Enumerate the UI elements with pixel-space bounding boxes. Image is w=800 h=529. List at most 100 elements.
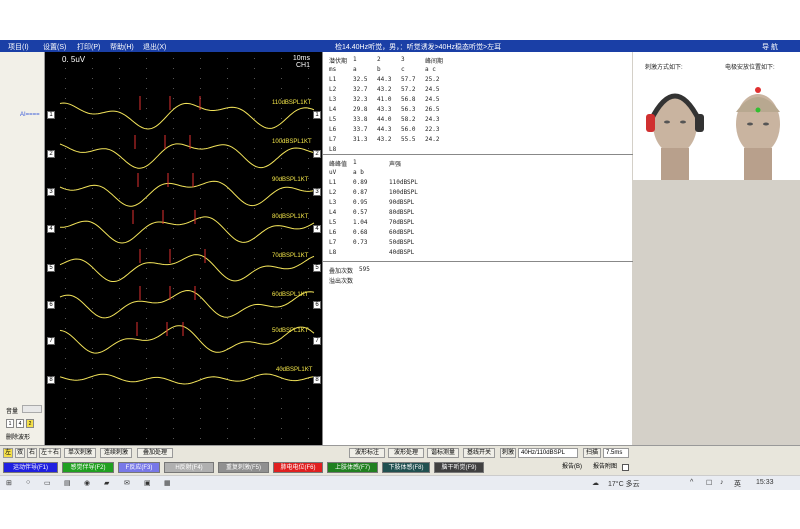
weather-label[interactable]: 17°C 多云 (608, 479, 640, 489)
grid-dot (65, 248, 66, 249)
grid-dot (254, 348, 255, 349)
grid-dot (65, 408, 66, 409)
wave-annotate-button[interactable]: 波形标注 (349, 448, 385, 458)
continuous-stim-button[interactable]: 连续刺激 (100, 448, 132, 458)
scan-value-field[interactable]: 7.5ms (603, 448, 629, 458)
baseline-toggle-button[interactable]: 基线开关 (463, 448, 495, 458)
mini-button-2[interactable]: 2 (26, 419, 34, 428)
grid-dot (146, 438, 147, 439)
wave-process-button[interactable]: 波形处理 (388, 448, 424, 458)
grid-dot (200, 288, 201, 289)
latency-cell: 26.5 (425, 106, 440, 113)
grid-dot (119, 178, 120, 179)
search-icon[interactable]: ○ (26, 479, 30, 486)
channel-label-right[interactable]: 4 (313, 225, 321, 233)
chevron-up-icon[interactable]: ^ (690, 479, 693, 486)
menu-item-print[interactable]: 打印(P) (77, 42, 100, 52)
function-key-button[interactable]: H反射(F4) (164, 462, 214, 473)
grid-dot (92, 238, 93, 239)
app2-icon[interactable]: ▦ (164, 479, 171, 487)
function-key-button[interactable]: 重复刺激(F5) (218, 462, 269, 473)
browser-icon[interactable]: ◉ (84, 479, 90, 487)
left-ear-button[interactable]: 左 (3, 448, 13, 458)
grid-dot (146, 368, 147, 369)
single-stim-button[interactable]: 单次刺激 (64, 448, 96, 458)
grid-dot (227, 158, 228, 159)
channel-label-left[interactable]: 3 (47, 188, 55, 196)
volume-icon[interactable]: ♪ (720, 479, 724, 486)
clock[interactable]: 15:33 (756, 479, 774, 486)
electrode-image-panel: 刺激方式如下: 电极安放位置如下: (633, 52, 800, 180)
channel-label-left[interactable]: 5 (47, 264, 55, 272)
grid-dot (173, 298, 174, 299)
channel-label-left[interactable]: 1 (47, 111, 55, 119)
channel-label-left[interactable]: 4 (47, 225, 55, 233)
average-process-button[interactable]: 叠加处理 (137, 448, 173, 458)
function-key-button[interactable]: F反应(F3) (118, 462, 160, 473)
channel-label-left[interactable]: 7 (47, 337, 55, 345)
start-icon[interactable]: ⊞ (6, 479, 12, 487)
network-icon[interactable]: ☐ (706, 479, 712, 487)
both-ears-button[interactable]: 双 (15, 448, 25, 458)
waveform-trace (60, 216, 315, 244)
left-plus-right-button[interactable]: 左＋右 (39, 448, 61, 458)
grid-dot (200, 228, 201, 229)
report-attach-checkbox[interactable] (622, 464, 629, 471)
channel-label-left[interactable]: 2 (47, 150, 55, 158)
latency-cell: 1 (353, 56, 357, 63)
function-key-button[interactable]: 脑干听觉(F9) (434, 462, 484, 473)
grid-dot (119, 58, 120, 59)
volume-slider[interactable] (22, 405, 42, 413)
channel-label-left[interactable]: 8 (47, 376, 55, 384)
menu-item-exit[interactable]: 退出(X) (143, 42, 166, 52)
amplitude-cell: L5 (329, 219, 337, 226)
amplitude-cell: 峰峰值 (329, 161, 348, 168)
menu-item-project[interactable]: 项目(I) (8, 42, 29, 52)
grid-dot (92, 108, 93, 109)
taskview-icon[interactable]: ▭ (44, 479, 51, 487)
grid-dot (254, 418, 255, 419)
function-key-button[interactable]: 上肢体感(F7) (327, 462, 378, 473)
widgets-icon[interactable]: ▤ (64, 479, 71, 487)
grid-dot (281, 408, 282, 409)
grid-dot (254, 198, 255, 199)
grid-dot (200, 158, 201, 159)
menu-item-help[interactable]: 帮助(H) (110, 42, 134, 52)
channel-label-right[interactable]: 8 (313, 376, 321, 384)
grid-dot (65, 438, 66, 439)
function-key-button[interactable]: 感觉伴导(F2) (62, 462, 114, 473)
clear-wave-button[interactable]: 删除波形 (6, 432, 30, 441)
app-icon[interactable]: ▣ (144, 479, 151, 487)
menu-item-settings[interactable]: 设置(S) (43, 42, 66, 52)
function-key-button[interactable]: 下肢体感(F8) (382, 462, 430, 473)
mini-button-4[interactable]: 4 (16, 419, 24, 428)
ime-indicator[interactable]: 英 (734, 479, 741, 489)
channel-label-left[interactable]: 6 (47, 301, 55, 309)
channel-label-right[interactable]: 1 (313, 111, 321, 119)
function-key-bar: 运动伴导(F1) 感觉伴导(F2) F反应(F3) H反射(F4) 重复刺激(F5) 肺电… (0, 459, 800, 475)
grid-dot (119, 408, 120, 409)
grid-dot (227, 228, 228, 229)
grid-dot (119, 198, 120, 199)
grid-dot (227, 58, 228, 59)
explorer-icon[interactable]: ▰ (104, 479, 109, 487)
intensity-label: 40dBSPL1KT (276, 367, 313, 373)
channel-label-right[interactable]: 2 (313, 150, 321, 158)
harmonic-measure-button[interactable]: 谐标测量 (427, 448, 459, 458)
mini-button-1[interactable]: 1 (6, 419, 14, 428)
channel-label-right[interactable]: 7 (313, 337, 321, 345)
right-ear-button[interactable]: 右 (27, 448, 37, 458)
grid-dot (281, 158, 282, 159)
amplitude-cell: 80dBSPL (389, 209, 415, 216)
channel-label-right[interactable]: 5 (313, 264, 321, 272)
grid-dot (281, 168, 282, 169)
mail-icon[interactable]: ✉ (124, 479, 130, 487)
stim-value-field[interactable]: 40Hz/110dBSPL (518, 448, 578, 458)
channel-label-right[interactable]: 3 (313, 188, 321, 196)
report-button[interactable]: 报告(B) (557, 463, 587, 473)
grid-dot (173, 258, 174, 259)
channel-label-right[interactable]: 6 (313, 301, 321, 309)
function-key-button[interactable]: 肺电电位(F6) (273, 462, 323, 473)
function-key-button[interactable]: 运动伴导(F1) (3, 462, 58, 473)
latency-cell: 32.7 (353, 86, 368, 93)
